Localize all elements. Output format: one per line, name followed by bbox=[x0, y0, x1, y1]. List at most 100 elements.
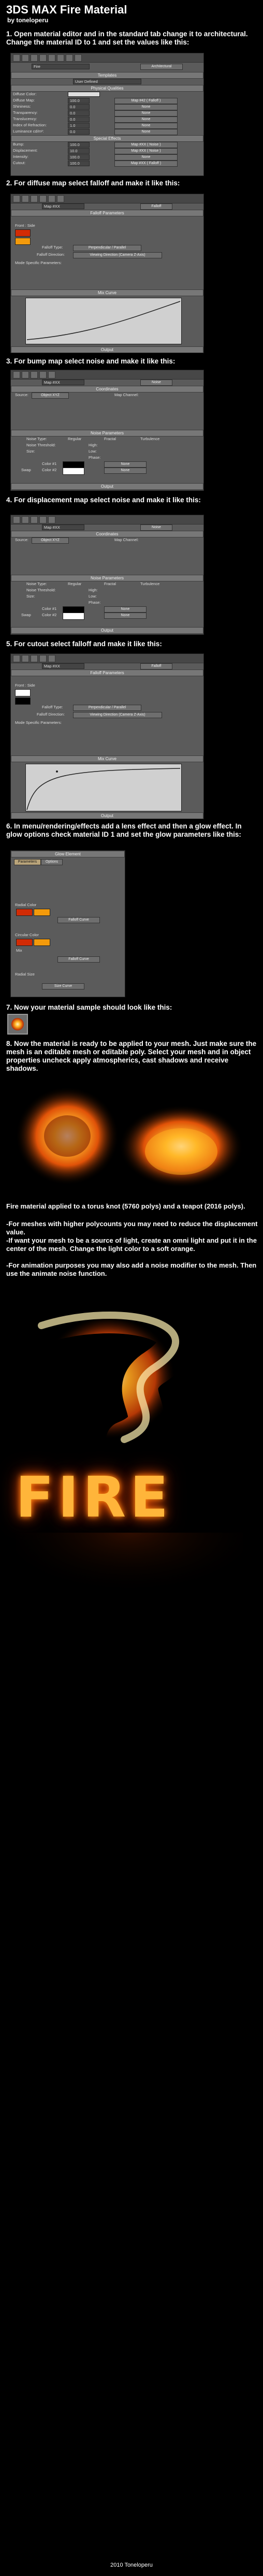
turbulence-option[interactable]: Turbulence bbox=[140, 436, 159, 441]
toolbar-icon[interactable] bbox=[66, 54, 73, 62]
output-rollout[interactable]: Output bbox=[11, 627, 203, 634]
mix-curve-graph[interactable] bbox=[25, 764, 182, 811]
toolbar-icon[interactable] bbox=[39, 655, 47, 662]
output-rollout[interactable]: Output bbox=[11, 346, 203, 353]
falloff-params-rollout[interactable]: Falloff Parameters bbox=[11, 210, 203, 216]
mix-curve-rollout[interactable]: Mix Curve bbox=[11, 289, 203, 296]
toolbar-icon[interactable] bbox=[31, 54, 38, 62]
material-type-button[interactable]: Architectural bbox=[140, 64, 183, 70]
map-button[interactable]: Map #42 ( Falloff ) bbox=[114, 98, 178, 104]
map-button[interactable]: Map #XX ( Falloff ) bbox=[114, 161, 178, 167]
map-type-button[interactable]: Noise bbox=[140, 525, 172, 531]
side-color-swatch[interactable] bbox=[15, 697, 31, 705]
falloff-dir-dropdown[interactable]: Viewing Direction (Camera Z-Axis) bbox=[73, 252, 162, 258]
circular-color-2[interactable] bbox=[34, 939, 50, 946]
falloff-dir-dropdown[interactable]: Viewing Direction (Camera Z-Axis) bbox=[73, 712, 162, 718]
templates-rollout[interactable]: Templates bbox=[11, 72, 203, 79]
value-text: 100.0 bbox=[70, 161, 80, 166]
fractal-option[interactable]: Fractal bbox=[104, 436, 116, 441]
swap-button[interactable]: Swap bbox=[21, 613, 31, 617]
map-button[interactable]: None bbox=[114, 154, 178, 161]
map-type-button[interactable]: Noise bbox=[140, 380, 172, 386]
row-label: Diffuse Map: bbox=[13, 98, 35, 103]
noise-params-rollout[interactable]: Noise Parameters bbox=[11, 430, 203, 436]
toolbar-icon[interactable] bbox=[39, 371, 47, 379]
toolbar-icon[interactable] bbox=[48, 655, 55, 662]
color1-map-button[interactable]: None bbox=[104, 606, 147, 613]
toolbar-icon[interactable] bbox=[48, 195, 55, 202]
side-color-swatch[interactable] bbox=[15, 238, 31, 245]
toolbar-icon[interactable] bbox=[13, 54, 20, 62]
toolbar-icon[interactable] bbox=[22, 195, 29, 202]
color1-map-button[interactable]: None bbox=[104, 461, 147, 468]
step-6-text: 6. In menu/rendering/effects add a lens … bbox=[6, 822, 242, 838]
mix-curve-graph[interactable] bbox=[25, 298, 182, 344]
size-curve-button[interactable]: Size Curve bbox=[42, 983, 84, 989]
color2-map-button[interactable]: None bbox=[104, 613, 147, 619]
toolbar-icon[interactable] bbox=[31, 371, 38, 379]
mix-curve-rollout[interactable]: Mix Curve bbox=[11, 755, 203, 762]
toolbar-icon[interactable] bbox=[22, 655, 29, 662]
toolbar-icon[interactable] bbox=[75, 54, 82, 62]
map-button[interactable]: None bbox=[114, 104, 178, 110]
output-rollout[interactable]: Output bbox=[11, 812, 203, 819]
tab-options[interactable]: Options bbox=[41, 859, 63, 865]
regular-option[interactable]: Regular bbox=[68, 436, 81, 441]
map-type-button[interactable]: Falloff bbox=[140, 663, 172, 670]
falloff-curve-button[interactable]: Falloff Curve bbox=[57, 917, 100, 923]
toolbar-icon[interactable] bbox=[39, 195, 47, 202]
diffuse-color-swatch[interactable] bbox=[68, 92, 100, 97]
toolbar-icon[interactable] bbox=[22, 516, 29, 523]
toolbar-icon[interactable] bbox=[13, 371, 20, 379]
source-dropdown[interactable]: Object XYZ bbox=[32, 392, 69, 399]
special-effects-rollout[interactable]: Special Effects bbox=[11, 135, 203, 142]
toolbar-icon[interactable] bbox=[39, 516, 47, 523]
front-color-swatch[interactable] bbox=[15, 229, 31, 237]
color2-swatch[interactable] bbox=[63, 468, 84, 475]
toolbar-icon[interactable] bbox=[13, 195, 20, 202]
circular-falloff-button[interactable]: Falloff Curve bbox=[57, 956, 100, 963]
output-rollout[interactable]: Output bbox=[11, 483, 203, 490]
turbulence-option[interactable]: Turbulence bbox=[140, 581, 159, 586]
tab-parameters[interactable]: Parameters bbox=[14, 859, 41, 865]
map-button[interactable]: None bbox=[114, 129, 178, 135]
toolbar-icon[interactable] bbox=[22, 371, 29, 379]
toolbar-icon[interactable] bbox=[48, 516, 55, 523]
noise-params-rollout[interactable]: Noise Parameters bbox=[11, 575, 203, 581]
toolbar-icon[interactable] bbox=[57, 195, 64, 202]
map-button[interactable]: None bbox=[114, 117, 178, 123]
glow-element-rollout[interactable]: Glow Element bbox=[11, 851, 125, 857]
front-color-swatch[interactable] bbox=[15, 689, 31, 696]
physical-qualities-rollout[interactable]: Physical Qualities bbox=[11, 85, 203, 92]
color2-swatch[interactable] bbox=[63, 613, 84, 620]
map-button[interactable]: None bbox=[114, 110, 178, 117]
toolbar-icon[interactable] bbox=[39, 54, 47, 62]
toolbar-icon[interactable] bbox=[13, 655, 20, 662]
toolbar-icon[interactable] bbox=[31, 516, 38, 523]
coordinates-rollout[interactable]: Coordinates bbox=[11, 386, 203, 392]
toolbar-icon[interactable] bbox=[57, 54, 64, 62]
value-text: 100.0 bbox=[70, 155, 80, 159]
swap-button[interactable]: Swap bbox=[21, 468, 31, 472]
map-button[interactable]: Map #XX ( Noise ) bbox=[114, 142, 178, 148]
toolbar-icon[interactable] bbox=[48, 54, 55, 62]
color2-map-button[interactable]: None bbox=[104, 468, 147, 474]
regular-option[interactable]: Regular bbox=[68, 581, 81, 586]
source-dropdown[interactable]: Object XYZ bbox=[32, 537, 69, 544]
falloff-type-dropdown[interactable]: Perpendicular / Parallel bbox=[73, 705, 141, 711]
falloff-params-rollout[interactable]: Falloff Parameters bbox=[11, 670, 203, 676]
falloff-type-dropdown[interactable]: Perpendicular / Parallel bbox=[73, 245, 141, 251]
radial-color-1[interactable] bbox=[16, 909, 33, 916]
map-type-button[interactable]: Falloff bbox=[140, 203, 172, 210]
radial-color-2[interactable] bbox=[34, 909, 50, 916]
map-button[interactable]: None bbox=[114, 123, 178, 129]
map-button[interactable]: Map #XX ( Noise ) bbox=[114, 148, 178, 154]
toolbar-icon[interactable] bbox=[48, 371, 55, 379]
toolbar-icon[interactable] bbox=[22, 54, 29, 62]
toolbar-icon[interactable] bbox=[31, 655, 38, 662]
coordinates-rollout[interactable]: Coordinates bbox=[11, 531, 203, 537]
toolbar-icon[interactable] bbox=[13, 516, 20, 523]
toolbar-icon[interactable] bbox=[31, 195, 38, 202]
circular-color-1[interactable] bbox=[16, 939, 33, 946]
fractal-option[interactable]: Fractal bbox=[104, 581, 116, 586]
